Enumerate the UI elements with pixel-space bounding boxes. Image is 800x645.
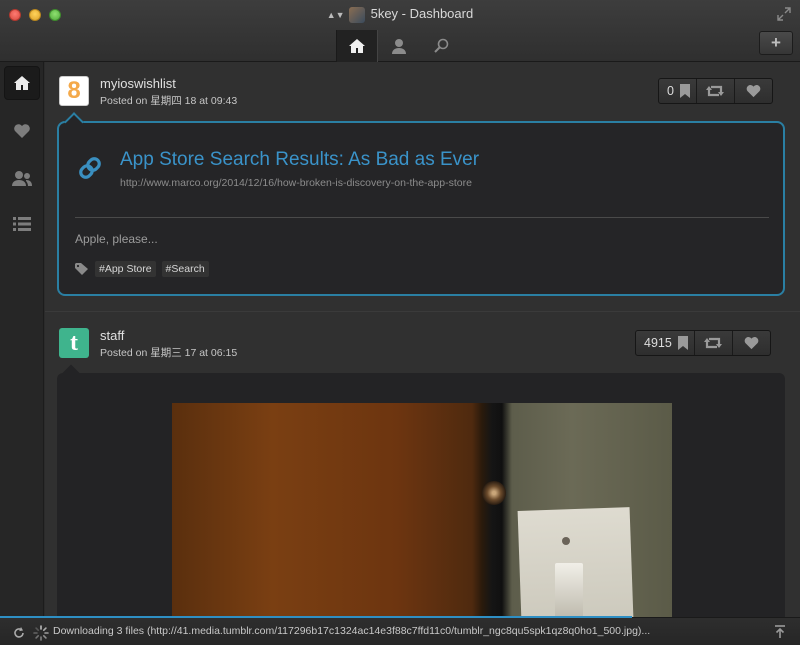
- avatar[interactable]: t: [59, 328, 89, 358]
- avatar[interactable]: 8: [59, 76, 89, 106]
- post-separator: [45, 311, 800, 312]
- home-icon: [349, 39, 365, 53]
- like-button[interactable]: [731, 331, 770, 355]
- reblog-button[interactable]: [695, 79, 734, 103]
- app-window: ▲▼ 5key - Dashboard + 8 myioswishlist Po…: [0, 0, 800, 645]
- tag-icon: [75, 263, 88, 275]
- home-icon: [14, 76, 30, 90]
- link-post-card[interactable]: App Store Search Results: As Bad as Ever…: [57, 112, 785, 296]
- bookmark-button[interactable]: 4915: [636, 331, 694, 355]
- bookmark-count: 4915: [644, 336, 672, 350]
- download-progress-bar: [0, 616, 632, 618]
- card-divider: [75, 217, 769, 218]
- post-timestamp: Posted on 星期四 18 at 09:43: [100, 95, 238, 107]
- window-title: 5key - Dashboard: [370, 6, 474, 21]
- post-username[interactable]: staff: [100, 328, 124, 343]
- reblog-icon: [706, 85, 725, 97]
- tab-search[interactable]: [420, 30, 462, 62]
- post-tags: #App Store #Search: [75, 261, 209, 277]
- title-bar: ▲▼ 5key - Dashboard +: [0, 0, 800, 62]
- post-photo[interactable]: [172, 403, 672, 617]
- user-icon: [392, 39, 406, 54]
- account-switch-icon[interactable]: ▲▼: [327, 6, 345, 24]
- tab-home[interactable]: [336, 30, 378, 62]
- new-post-button[interactable]: +: [759, 31, 793, 55]
- scroll-to-top-icon[interactable]: [774, 625, 786, 644]
- sidebar: [0, 62, 44, 617]
- link-url[interactable]: http://www.marco.org/2014/12/16/how-brok…: [120, 177, 472, 189]
- refresh-icon[interactable]: [12, 626, 26, 645]
- photo-detail: [562, 537, 570, 545]
- users-icon: [12, 171, 32, 186]
- bookmark-icon: [677, 336, 688, 350]
- link-title[interactable]: App Store Search Results: As Bad as Ever: [120, 149, 479, 171]
- dashboard-feed: 8 myioswishlist Posted on 星期四 18 at 09:4…: [45, 62, 800, 617]
- sidebar-item-list[interactable]: [4, 207, 40, 241]
- post-body: Apple, please...: [75, 232, 158, 246]
- reblog-button[interactable]: [693, 331, 732, 355]
- link-chain-icon: [76, 153, 104, 188]
- tag-app-store[interactable]: #App Store: [95, 261, 156, 277]
- post-timestamp: Posted on 星期三 17 at 06:15: [100, 347, 238, 359]
- heart-icon: [744, 337, 759, 350]
- heart-icon: [14, 124, 30, 138]
- status-bar: Downloading 3 files (http://41.media.tum…: [0, 616, 800, 645]
- heart-icon: [746, 85, 761, 98]
- like-button[interactable]: [733, 79, 772, 103]
- account-avatar: [348, 6, 365, 23]
- post-username[interactable]: myioswishlist: [100, 76, 176, 91]
- post-actions: 4915: [635, 330, 771, 356]
- post-actions: 0: [658, 78, 773, 104]
- list-icon: [13, 217, 31, 231]
- tag-search[interactable]: #Search: [161, 261, 209, 277]
- reblog-icon: [704, 337, 723, 349]
- status-text: Downloading 3 files (http://41.media.tum…: [53, 625, 651, 637]
- photo-detail: [482, 481, 506, 505]
- window-title-area[interactable]: ▲▼ 5key - Dashboard: [0, 5, 800, 23]
- card-pointer: [62, 364, 80, 382]
- fullscreen-icon[interactable]: [777, 7, 791, 24]
- plus-icon: +: [771, 33, 781, 52]
- bookmark-icon: [679, 84, 690, 98]
- main-nav-tabs: [336, 30, 462, 62]
- photo-detail: [555, 563, 583, 617]
- photo-post-card[interactable]: [57, 364, 785, 617]
- sidebar-item-following[interactable]: [4, 161, 40, 195]
- sidebar-item-likes[interactable]: [4, 114, 40, 148]
- card-pointer: [64, 112, 84, 132]
- spinner-icon: [33, 625, 49, 645]
- tab-user[interactable]: [378, 30, 420, 62]
- bookmark-button[interactable]: 0: [659, 79, 696, 103]
- bookmark-count: 0: [667, 84, 674, 98]
- search-icon: [434, 38, 449, 53]
- sidebar-item-dashboard[interactable]: [4, 66, 40, 100]
